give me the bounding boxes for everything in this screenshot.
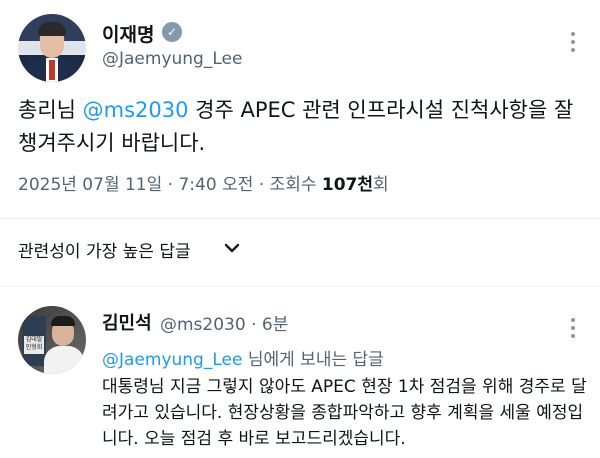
tweet-mention-link[interactable]: @ms2030	[83, 98, 189, 122]
views-label: 조회수	[269, 175, 322, 195]
reply-to-line: @Jaemyung_Lee 님에게 보내는 답글	[102, 345, 384, 370]
author-handle[interactable]: @Jaemyung_Lee	[102, 49, 242, 69]
reply-text: 대통령님 지금 그렇지 않아도 APEC 현장 1차 점검을 위해 경주로 달려…	[102, 377, 587, 449]
more-options-icon[interactable]	[568, 32, 578, 56]
avatar-sign-text: 김대발 인형회	[24, 336, 44, 354]
replies-sort-button[interactable]: 관련성이 가장 높은 답글	[18, 237, 191, 262]
tweet-date[interactable]: 2025년 07월 11일	[18, 175, 162, 195]
reply-avatar[interactable]: 김대발 인형회	[18, 306, 86, 374]
reply-author-name[interactable]: 김민석	[102, 309, 152, 335]
reply-more-options-icon[interactable]	[568, 318, 578, 342]
reply-author-handle-time[interactable]: @ms2030 · 6분	[160, 310, 288, 335]
views-count: 107천	[321, 175, 374, 195]
tweet-text: 총리님 @ms2030 경주 APEC 관련 인프라시설 진척사항을 잘 챙겨주…	[18, 94, 593, 160]
meta-separator: ·	[253, 175, 270, 195]
divider	[0, 286, 600, 287]
tweet-time[interactable]: 7:40 오전	[178, 175, 253, 195]
chevron-down-icon[interactable]	[222, 238, 242, 258]
author-avatar[interactable]	[18, 14, 86, 82]
reply-to-suffix: 님에게 보내는 답글	[242, 350, 384, 370]
tweet-meta: 2025년 07월 11일 · 7:40 오전 · 조회수 107천회	[18, 170, 389, 195]
tweet-text-before: 총리님	[18, 98, 83, 122]
avatar-jacket	[44, 346, 84, 374]
avatar-hair	[51, 316, 75, 326]
verified-badge-icon: ✓	[162, 22, 182, 42]
author-name[interactable]: 이재명	[102, 20, 154, 47]
avatar-hair	[38, 22, 66, 36]
views-suffix: 회	[373, 175, 389, 195]
meta-separator: ·	[162, 175, 179, 195]
divider	[0, 218, 600, 219]
reply-to-mention-link[interactable]: @Jaemyung_Lee	[102, 350, 242, 370]
avatar-tie	[49, 60, 55, 80]
